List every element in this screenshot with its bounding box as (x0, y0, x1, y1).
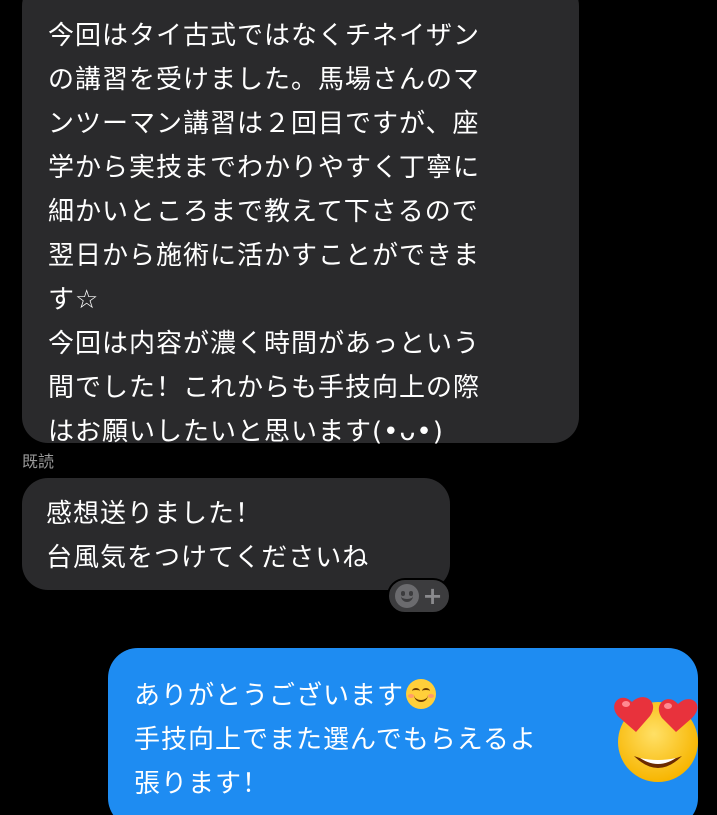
add-reaction-icon (395, 584, 420, 608)
message-line: 今回はタイ古式ではなくチネイザン (48, 21, 481, 51)
plus-icon: + (422, 582, 443, 610)
message-line: 学から実技までわかりやすく丁寧に (48, 153, 481, 183)
outgoing-message-1[interactable]: ありがとうございます 手技向上でまた選んでもらえるよ 張ります！ (108, 648, 698, 815)
message-line: 間でした！これからも手技向上の際 (48, 373, 481, 403)
message-line: はお願いしたいと思います(•ᴗ•) (48, 417, 444, 447)
message-line: 感想送りました！ (46, 499, 263, 529)
scroll-indicator (650, 800, 690, 815)
add-reaction-button[interactable]: + (387, 578, 451, 614)
heart-eyes-emoji-icon[interactable] (612, 688, 704, 784)
message-line: 今回は内容が濃く時間があっという (48, 329, 481, 359)
message-line: 細かいところまで教えて下さるので (48, 197, 479, 227)
smiling-face-icon (406, 679, 437, 709)
incoming-message-2[interactable]: 感想送りました！ 台風気をつけてくださいね (22, 478, 450, 590)
chat-thread: 今回はタイ古式ではなくチネイザン の講習を受けました。馬場さんのマ ンツーマン講… (0, 0, 717, 815)
message-line: 翌日から施術に活かすことができま (48, 241, 481, 271)
message-line: す☆ (48, 285, 100, 315)
message-line: の講習を受けました。馬場さんのマ (48, 65, 481, 95)
read-receipt: 既読 (22, 452, 55, 471)
incoming-message-1[interactable]: 今回はタイ古式ではなくチネイザン の講習を受けました。馬場さんのマ ンツーマン講… (22, 0, 579, 447)
message-line: ンツーマン講習は２回目ですが、座 (48, 109, 480, 139)
message-line: 台風気をつけてくださいね (46, 543, 370, 573)
